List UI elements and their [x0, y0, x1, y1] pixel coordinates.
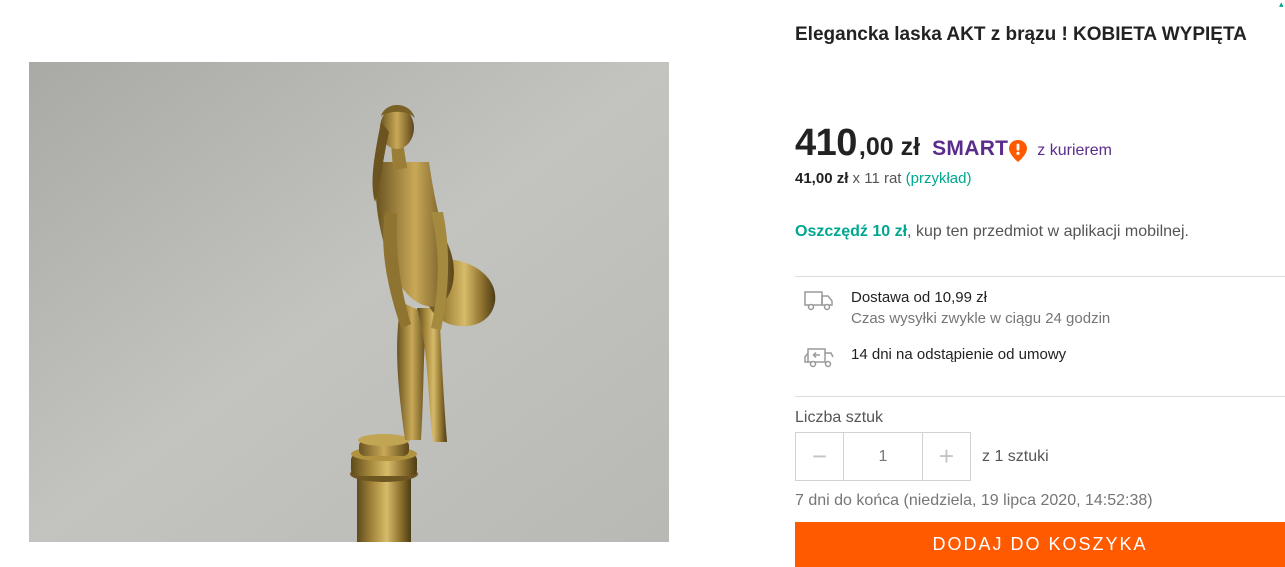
price-main: 410 [795, 122, 857, 164]
installment-amount: 41,00 zł [795, 170, 849, 187]
savings-text: , kup ten przedmiot w aplikacji mobilnej… [907, 223, 1189, 240]
smart-badge[interactable]: SMART [932, 137, 1028, 162]
installment-count: x 11 rat [852, 170, 902, 187]
installment-example-link[interactable]: przykład [911, 170, 967, 187]
product-page: ▴ Elegancka laska AKT z brązu ! KOBIETA … [0, 0, 1285, 567]
savings-note: Oszczędź 10 zł, kup ten przedmiot w apli… [795, 223, 1189, 241]
return-truck-icon [804, 348, 834, 368]
installment-example-close: ) [966, 170, 972, 187]
corner-edge-icon: ▴ [1279, 0, 1284, 9]
divider [795, 276, 1285, 277]
location-pin-exclamation-icon [1009, 140, 1028, 162]
quantity-minus-button[interactable]: − [796, 433, 843, 480]
product-title: Elegancka laska AKT z brązu ! KOBIETA WY… [795, 24, 1247, 45]
savings-highlight: Oszczędź 10 zł [795, 223, 908, 240]
returns-info: 14 dni na odstąpienie od umowy [795, 345, 1066, 369]
product-image[interactable] [29, 62, 669, 542]
delivery-info: Dostawa od 10,99 zł Czas wysyłki zwykle … [795, 288, 1110, 329]
smart-label: SMART [932, 137, 1009, 160]
installments-info: 41,00 zł x 11 rat (przykład) [795, 170, 972, 187]
delivery-title: Dostawa od 10,99 zł [851, 289, 987, 306]
quantity-available: z 1 sztuki [982, 448, 1049, 465]
quantity-label: Liczba sztuk [795, 409, 884, 426]
courier-label: z kurierem [1037, 142, 1112, 159]
price-currency: zł [900, 133, 921, 161]
quantity-stepper: − + [795, 432, 971, 481]
add-to-cart-button[interactable]: DODAJ DO KOSZYKA [795, 522, 1285, 567]
divider [795, 396, 1285, 397]
figurine-illustration [29, 62, 669, 542]
delivery-subtitle: Czas wysyłki zwykle w ciągu 24 godzin [851, 310, 1111, 327]
price-row: 410 ,00 zł SMART z kurierem [795, 122, 1112, 166]
delivery-truck-icon [804, 291, 833, 311]
auction-deadline: 7 dni do końca (niedziela, 19 lipca 2020… [795, 492, 1153, 509]
quantity-plus-button[interactable]: + [923, 433, 970, 480]
returns-title: 14 dni na odstąpienie od umowy [851, 346, 1067, 363]
quantity-input[interactable] [843, 433, 923, 480]
price-cents: ,00 [858, 133, 894, 161]
